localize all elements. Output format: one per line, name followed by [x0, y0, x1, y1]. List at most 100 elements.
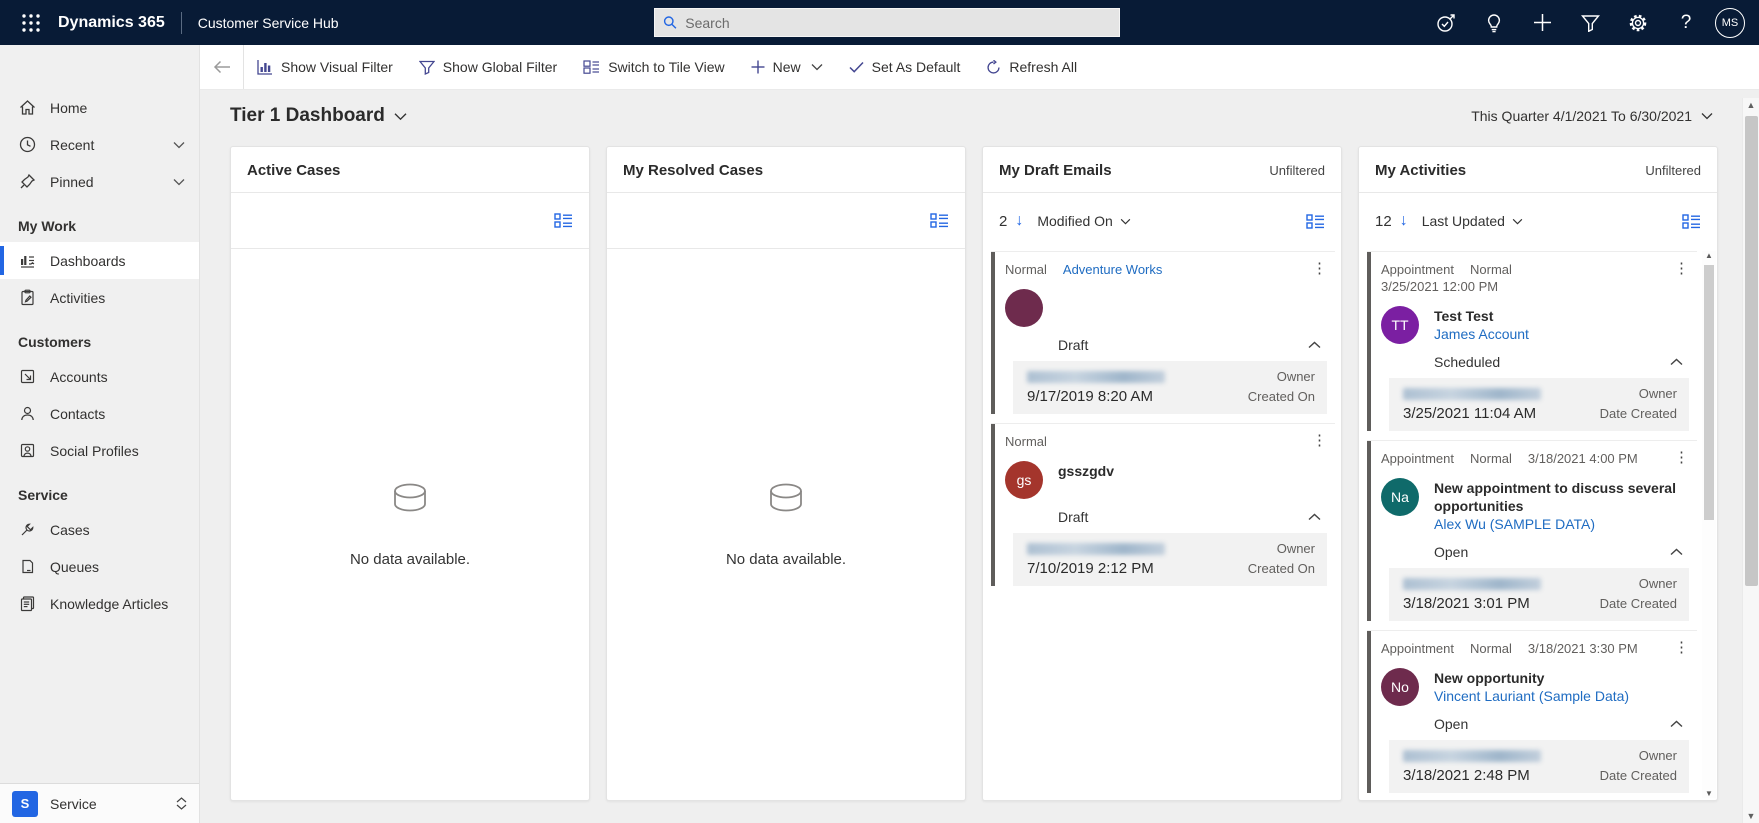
command-label: Set As Default	[872, 59, 961, 75]
open-list-view-icon[interactable]	[930, 213, 949, 228]
panel-title: My Resolved Cases	[623, 162, 763, 179]
open-list-view-icon[interactable]	[554, 213, 573, 228]
area-switcher[interactable]: S Service	[0, 783, 199, 823]
scroll-down-icon[interactable]: ▼	[1743, 811, 1759, 821]
activity-type-label: Appointment	[1381, 451, 1454, 466]
sidebar-item-social-profiles[interactable]: Social Profiles	[0, 432, 199, 469]
time-range-filter[interactable]: This Quarter 4/1/2021 To 6/30/2021	[1471, 108, 1735, 124]
chevron-down-icon[interactable]	[811, 63, 823, 71]
sidebar-item-cases[interactable]: Cases	[0, 511, 199, 548]
waffle-menu-icon[interactable]	[14, 6, 48, 40]
more-options-icon[interactable]: ⋮	[1674, 451, 1689, 465]
command-label: Switch to Tile View	[608, 59, 724, 75]
page-scrollbar[interactable]: ▲ ▼	[1742, 98, 1759, 823]
switch-to-tile-view-button[interactable]: Switch to Tile View	[570, 45, 737, 89]
sidebar-item-label: Activities	[50, 290, 105, 306]
home-icon	[18, 99, 36, 117]
back-button[interactable]	[200, 45, 244, 89]
tile-view-icon	[583, 60, 600, 74]
new-button[interactable]: New	[738, 45, 836, 89]
user-avatar[interactable]: MS	[1715, 8, 1745, 38]
panel-my-activities: My Activities Unfiltered 12 ↓ Last Updat…	[1358, 146, 1718, 801]
collapse-chevron-icon[interactable]	[1308, 513, 1321, 521]
set-as-default-button[interactable]: Set As Default	[836, 45, 974, 89]
scroll-up-icon[interactable]: ▲	[1702, 251, 1716, 260]
filter-icon[interactable]	[1571, 6, 1609, 40]
scroll-up-icon[interactable]: ▲	[1743, 100, 1759, 110]
social-profiles-icon	[18, 442, 36, 460]
panel-my-draft-emails: My Draft Emails Unfiltered 2 ↓ Modified …	[982, 146, 1342, 801]
dashboards-icon	[18, 252, 36, 270]
email-card[interactable]: Normal Adventure Works ⋮	[991, 251, 1335, 414]
sort-direction-icon[interactable]: ↓	[1400, 212, 1408, 230]
panel-title: My Draft Emails	[999, 162, 1112, 179]
created-on-label: Created On	[1248, 389, 1315, 404]
avatar: No	[1381, 668, 1419, 706]
task-checker-icon[interactable]	[1427, 6, 1465, 40]
sidebar-item-dashboards[interactable]: Dashboards	[0, 242, 199, 279]
activity-card[interactable]: Appointment Normal 3/25/2021 12:00 PM ⋮ …	[1367, 251, 1697, 431]
sidebar-item-pinned[interactable]: Pinned	[0, 163, 199, 200]
dashboard-content: Active Cases No data available.	[200, 142, 1759, 823]
redacted-owner-name	[1403, 388, 1541, 400]
global-search[interactable]	[654, 8, 1120, 37]
queues-icon	[18, 558, 36, 576]
search-icon	[663, 15, 677, 30]
sort-field-selector[interactable]: Modified On	[1037, 213, 1130, 229]
settings-gear-icon[interactable]	[1619, 6, 1657, 40]
activity-card[interactable]: Appointment Normal 3/18/2021 4:00 PM ⋮ N…	[1367, 440, 1697, 621]
collapse-chevron-icon[interactable]	[1670, 720, 1683, 728]
sidebar-item-recent[interactable]: Recent	[0, 126, 199, 163]
show-visual-filter-button[interactable]: Show Visual Filter	[244, 45, 406, 89]
chevron-down-icon[interactable]	[173, 141, 185, 149]
add-icon[interactable]	[1523, 6, 1561, 40]
chevron-down-icon[interactable]	[173, 178, 185, 186]
scrollbar-thumb[interactable]	[1704, 265, 1714, 520]
activities-scrollbar[interactable]: ▲ ▼	[1702, 251, 1716, 798]
collapse-chevron-icon[interactable]	[1308, 341, 1321, 349]
time-range-label: This Quarter 4/1/2021 To 6/30/2021	[1471, 108, 1692, 124]
collapse-sitemap-icon[interactable]	[0, 45, 48, 89]
regarding-link[interactable]: Alex Wu (SAMPLE DATA)	[1434, 515, 1691, 534]
card-title: Test Test	[1434, 307, 1529, 325]
show-global-filter-button[interactable]: Show Global Filter	[406, 45, 570, 89]
email-card[interactable]: Normal ⋮ gs gsszgdv	[991, 423, 1335, 586]
collapse-chevron-icon[interactable]	[1670, 548, 1683, 556]
knowledge-articles-icon	[18, 595, 36, 613]
sidebar-item-home[interactable]: Home	[0, 89, 199, 126]
app-name[interactable]: Customer Service Hub	[198, 15, 339, 31]
refresh-all-button[interactable]: Refresh All	[973, 45, 1090, 89]
collapse-chevron-icon[interactable]	[1670, 358, 1683, 366]
scrollbar-thumb[interactable]	[1745, 116, 1758, 586]
regarding-link[interactable]: Vincent Lauriant (Sample Data)	[1434, 687, 1629, 706]
more-options-icon[interactable]: ⋮	[1312, 434, 1327, 448]
command-label: Refresh All	[1009, 59, 1077, 75]
brand-title[interactable]: Dynamics 365	[58, 14, 165, 32]
lightbulb-icon[interactable]	[1475, 6, 1513, 40]
dashboard-selector[interactable]: Tier 1 Dashboard	[230, 105, 407, 127]
more-options-icon[interactable]: ⋮	[1312, 262, 1327, 276]
sidebar-item-queues[interactable]: Queues	[0, 548, 199, 585]
sidebar-item-contacts[interactable]: Contacts	[0, 395, 199, 432]
state-label: Open	[1434, 544, 1468, 560]
activity-card[interactable]: Appointment Normal 3/18/2021 3:30 PM ⋮ N…	[1367, 630, 1697, 793]
sidebar-item-activities[interactable]: Activities	[0, 279, 199, 316]
sort-direction-icon[interactable]: ↓	[1015, 212, 1023, 230]
more-options-icon[interactable]: ⋮	[1674, 262, 1689, 276]
priority-label: Normal	[1005, 262, 1047, 277]
search-input[interactable]	[685, 15, 1111, 31]
scroll-down-icon[interactable]: ▼	[1702, 789, 1716, 798]
regarding-link[interactable]: Adventure Works	[1063, 262, 1162, 277]
open-list-view-icon[interactable]	[1306, 214, 1325, 229]
sidebar-item-knowledge-articles[interactable]: Knowledge Articles	[0, 585, 199, 622]
more-options-icon[interactable]: ⋮	[1674, 641, 1689, 655]
open-list-view-icon[interactable]	[1682, 214, 1701, 229]
sort-field-selector[interactable]: Last Updated	[1422, 213, 1523, 229]
sidebar-item-accounts[interactable]: Accounts	[0, 358, 199, 395]
sidebar-item-label: Home	[50, 100, 87, 116]
regarding-link[interactable]: James Account	[1434, 325, 1529, 344]
redacted-owner-name	[1027, 371, 1165, 383]
help-icon[interactable]: ?	[1667, 6, 1705, 40]
activity-datetime: 3/25/2021 12:00 PM	[1381, 279, 1498, 294]
avatar: Na	[1381, 478, 1419, 516]
